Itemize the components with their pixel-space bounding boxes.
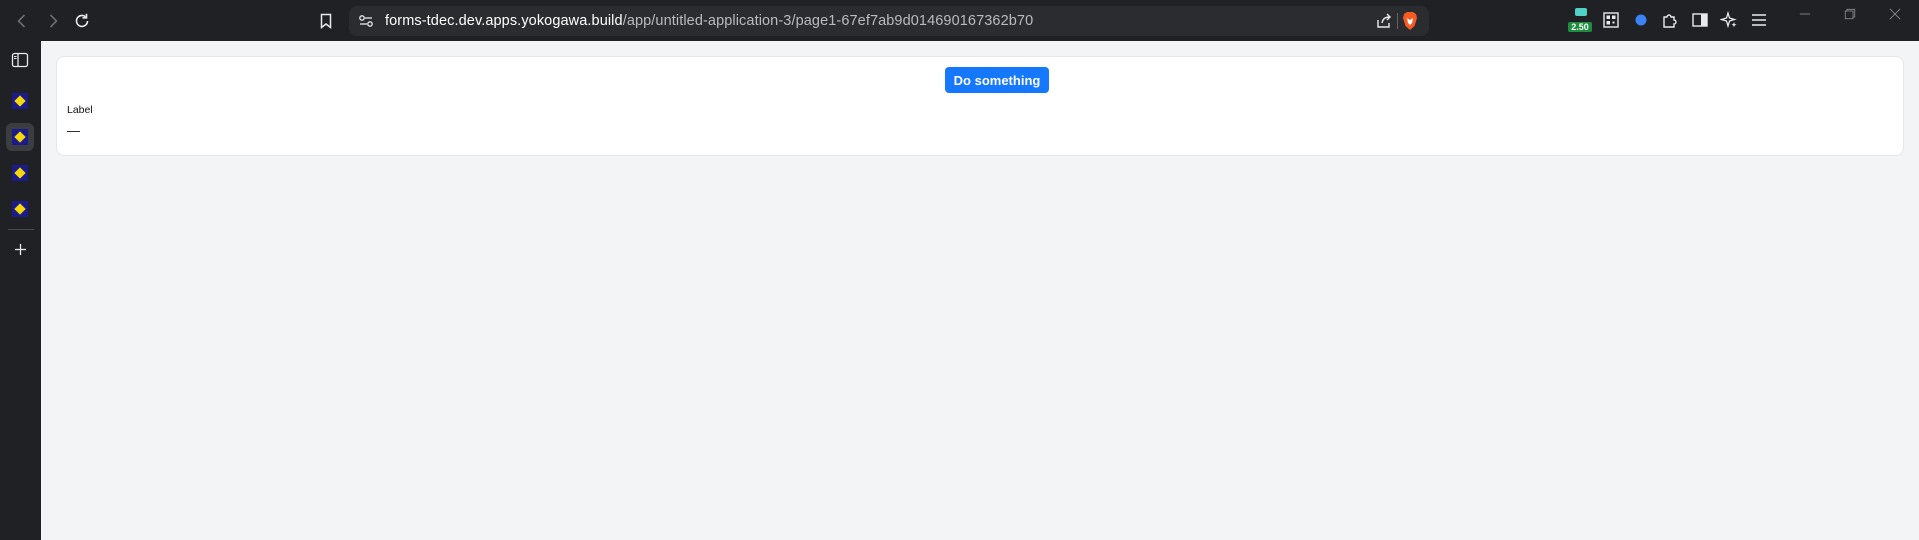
bookmark-icon <box>320 13 332 30</box>
app-favicon-icon <box>12 165 28 181</box>
back-button[interactable] <box>9 8 35 34</box>
share-icon[interactable] <box>1375 12 1393 30</box>
extension-badge: 2.50 <box>1568 22 1592 32</box>
sidebar-divider <box>8 229 34 230</box>
address-bar[interactable]: forms-tdec.dev.apps.yokogawa.build/app/u… <box>349 6 1429 36</box>
app-favicon-icon <box>12 201 28 217</box>
chevron-left-icon <box>17 14 26 28</box>
url-text[interactable]: forms-tdec.dev.apps.yokogawa.build/app/u… <box>385 13 1033 29</box>
vertical-tabs-sidebar <box>0 41 41 540</box>
sidebar-panel-toggle[interactable] <box>6 46 34 74</box>
sidebar-panel-icon <box>11 52 29 68</box>
do-something-button[interactable]: Do something <box>945 67 1049 93</box>
bookmark-button[interactable] <box>313 8 339 34</box>
tab-3[interactable] <box>6 159 34 187</box>
extensions-button[interactable] <box>1659 9 1681 31</box>
extension-rate-button[interactable]: 2.50 <box>1568 8 1592 32</box>
brave-shields-icon[interactable] <box>1401 11 1419 31</box>
plus-icon <box>14 243 26 255</box>
tab-2-active[interactable] <box>6 123 34 151</box>
tab-1[interactable] <box>6 87 34 115</box>
field-label: Label <box>67 104 93 116</box>
sidebar-panel-icon <box>1692 13 1708 27</box>
app-favicon-icon <box>12 129 28 145</box>
extension-rate-icon <box>1575 8 1587 16</box>
restore-icon <box>1844 8 1856 20</box>
close-window-button[interactable] <box>1881 4 1909 24</box>
page-content: Do something Label — <box>41 41 1919 540</box>
address-bar-divider <box>1397 13 1398 29</box>
form-card: Do something Label — <box>56 56 1904 156</box>
hamburger-menu-icon <box>1752 14 1766 26</box>
minimize-button[interactable] <box>1791 4 1819 24</box>
chevron-right-icon <box>49 14 58 28</box>
leo-ai-button[interactable] <box>1718 9 1740 31</box>
app-favicon-icon <box>12 93 28 109</box>
tab-4[interactable] <box>6 195 34 223</box>
field-value: — <box>67 123 80 138</box>
blue-dot-icon <box>1635 14 1647 26</box>
new-tab-button[interactable] <box>6 235 34 263</box>
puzzle-icon <box>1663 14 1677 28</box>
main-menu-button[interactable] <box>1748 9 1770 31</box>
browser-toolbar: forms-tdec.dev.apps.yokogawa.build/app/u… <box>0 0 1919 41</box>
forward-button[interactable] <box>40 8 66 34</box>
close-icon <box>1889 8 1901 20</box>
sparkle-icon <box>1720 11 1737 29</box>
sidebar-toggle-button[interactable] <box>1689 9 1711 31</box>
restore-button[interactable] <box>1836 4 1864 24</box>
minimize-icon <box>1799 13 1811 15</box>
reload-icon <box>75 13 89 28</box>
qr-code-icon <box>1603 12 1619 28</box>
extension-blue-dot-button[interactable] <box>1630 9 1652 31</box>
reload-button[interactable] <box>69 8 95 34</box>
qr-code-button[interactable] <box>1600 9 1622 31</box>
url-host: forms-tdec.dev.apps.yokogawa.build <box>385 13 623 29</box>
site-info-icon[interactable] <box>357 12 375 30</box>
url-path: /app/untitled-application-3/page1-67ef7a… <box>622 13 1034 29</box>
